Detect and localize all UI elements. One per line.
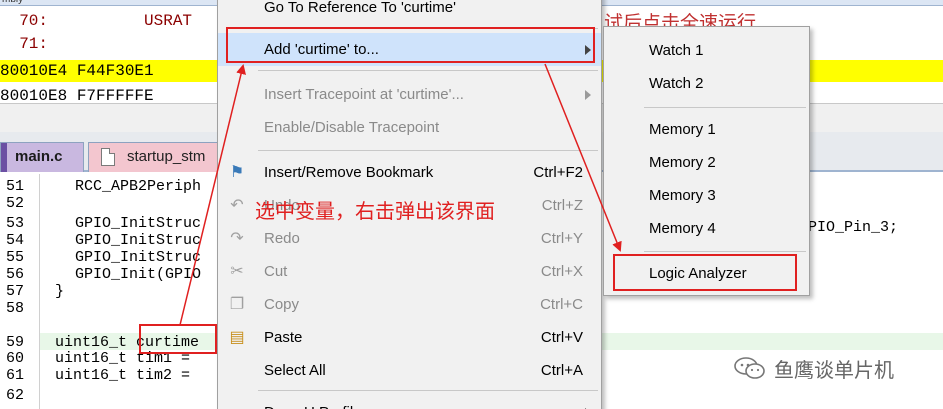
wechat-icon (734, 357, 765, 379)
annotation-instruction-text: 选中变量，右击弹出该界面 (255, 199, 495, 223)
watermark-text: 鱼鹰谈单片机 (774, 358, 894, 382)
arrow-to-menu (179, 64, 246, 326)
arrow-to-logic-analyzer (544, 63, 622, 252)
